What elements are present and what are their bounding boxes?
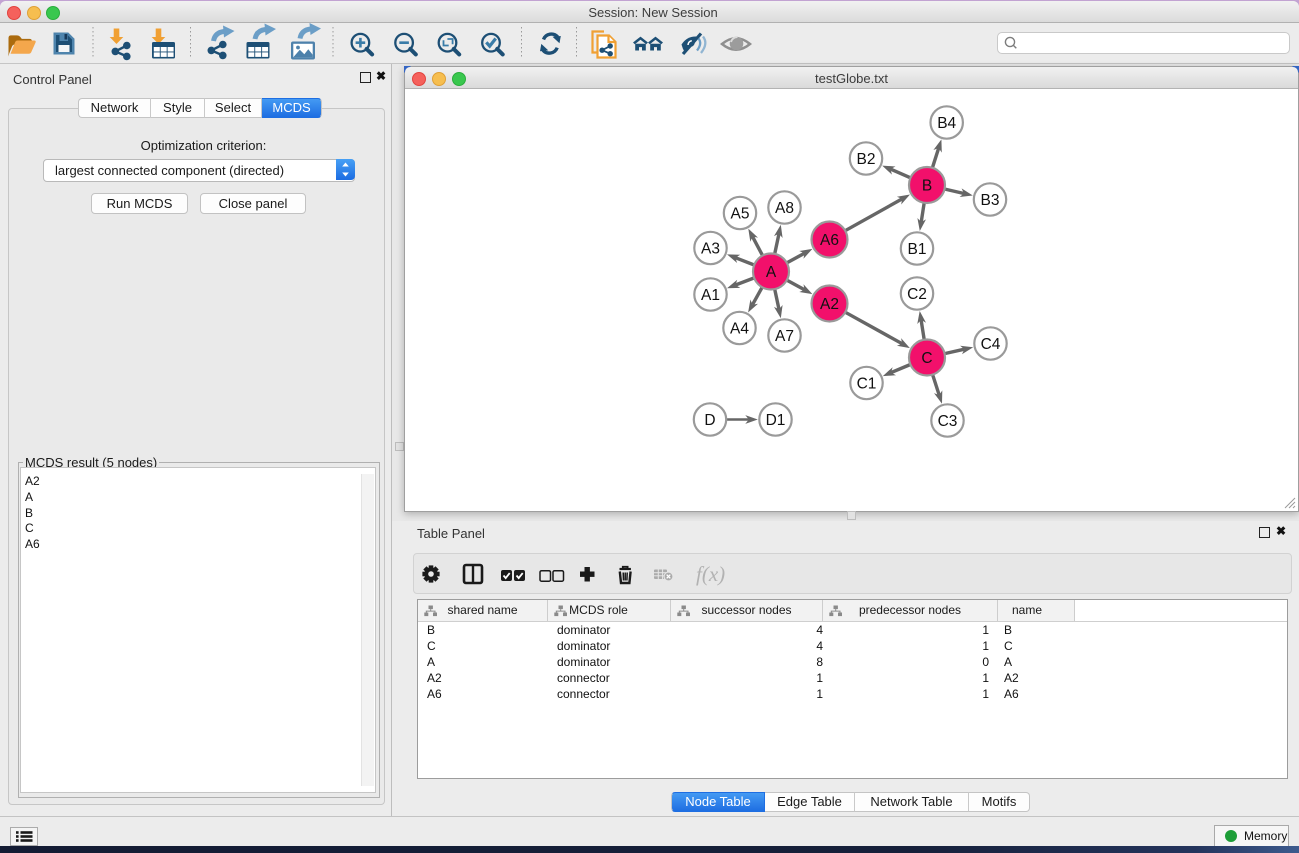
svg-text:B1: B1 bbox=[908, 241, 927, 258]
svg-text:A4: A4 bbox=[730, 321, 749, 338]
svg-text:C3: C3 bbox=[938, 413, 958, 430]
svg-text:C2: C2 bbox=[907, 286, 927, 303]
svg-text:A8: A8 bbox=[775, 200, 794, 217]
svg-text:A7: A7 bbox=[775, 328, 794, 345]
svg-text:C4: C4 bbox=[981, 336, 1001, 353]
svg-text:A3: A3 bbox=[701, 241, 720, 258]
svg-text:A6: A6 bbox=[820, 232, 839, 249]
svg-text:A: A bbox=[766, 264, 777, 281]
svg-text:A5: A5 bbox=[731, 206, 750, 223]
svg-text:D: D bbox=[704, 412, 715, 429]
svg-text:D1: D1 bbox=[766, 412, 786, 429]
svg-text:B2: B2 bbox=[857, 151, 876, 168]
svg-text:A2: A2 bbox=[820, 296, 839, 313]
svg-text:C: C bbox=[921, 350, 932, 367]
svg-text:B4: B4 bbox=[937, 115, 956, 132]
svg-text:B: B bbox=[922, 178, 932, 195]
svg-text:C1: C1 bbox=[857, 376, 877, 393]
svg-text:A1: A1 bbox=[701, 287, 720, 304]
svg-text:f(x): f(x) bbox=[696, 562, 725, 586]
svg-text:B3: B3 bbox=[981, 192, 1000, 209]
